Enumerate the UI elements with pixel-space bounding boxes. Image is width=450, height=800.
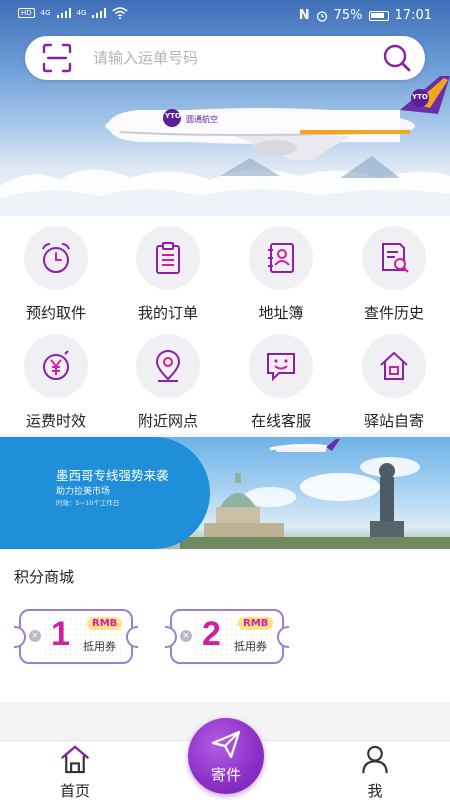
signal-4g-2: 4G (76, 9, 87, 17)
service-label: 预约取件 (25, 304, 86, 322)
service-address-book[interactable]: 地址簿 (225, 220, 337, 324)
search-icon[interactable] (369, 36, 425, 80)
signal-bars-icon (92, 8, 107, 18)
tab-me[interactable]: 我 (325, 741, 425, 800)
service-tracking-history[interactable]: 查件历史 (338, 220, 450, 324)
coupon-card[interactable]: × 2 RMB 抵用券 (165, 609, 289, 664)
promo-title: 墨西哥专线强势来袭 (56, 468, 169, 483)
service-label: 地址簿 (258, 304, 304, 322)
user-icon (362, 745, 388, 774)
cargo-plane-illustration (105, 76, 450, 160)
promo-note: 时效：5~10个工作日 (56, 499, 120, 507)
service-label: 在线客服 (250, 412, 311, 430)
coupon-notch (165, 626, 177, 648)
battery-icon (368, 10, 389, 21)
battery-percent: 75% (333, 8, 363, 23)
section-heading: 积分商城 (14, 568, 75, 586)
clock: 17:01 (394, 8, 432, 23)
tab-me-label: 我 (367, 782, 383, 800)
coupon-notch (14, 626, 26, 648)
service-label: 运费时效 (25, 412, 86, 430)
coupon-amount: 2 (202, 615, 221, 653)
coupon-card[interactable]: × 1 RMB 抵用券 (14, 609, 138, 664)
close-icon: × (29, 630, 41, 642)
document-search-icon (362, 226, 426, 290)
alarm-status-icon (316, 10, 327, 22)
nfc-icon: N (298, 8, 310, 23)
tab-home[interactable]: 首页 (25, 741, 125, 800)
aircraft-brand-text: 圆通航空 (186, 115, 218, 124)
status-bar: HD 4G 4G N 75% 17:01 (0, 0, 450, 32)
tail-logo: YTO (412, 93, 428, 101)
mexico-line-promo-banner[interactable]: 墨西哥专线强势来袭 助力拉美市场 时效：5~10个工作日 (0, 437, 450, 549)
service-online-support[interactable]: 在线客服 (225, 328, 337, 432)
home-icon (61, 745, 89, 774)
service-label: 附近网点 (137, 412, 198, 430)
send-label: 寄件 (210, 766, 241, 784)
service-my-orders[interactable]: 我的订单 (112, 220, 224, 324)
yen-timer-icon (24, 334, 88, 398)
promo-subtitle: 助力拉美市场 (56, 487, 111, 497)
coupon-currency: RMB (238, 617, 274, 630)
service-freight-time[interactable]: 运费时效 (0, 328, 112, 432)
coupon-notch (277, 626, 289, 648)
address-book-icon (249, 226, 313, 290)
alarm-clock-icon (24, 226, 88, 290)
coupon-desc: 抵用券 (83, 640, 116, 653)
coupon-desc: 抵用券 (234, 640, 267, 653)
hd-badge: HD (18, 8, 35, 18)
points-mall-section: 积分商城 × 1 RMB 抵用券 × 2 RMB 抵用券 (0, 550, 450, 702)
service-label: 查件历史 (363, 304, 424, 322)
service-label: 我的订单 (137, 304, 198, 322)
search-bar (25, 36, 425, 80)
send-package-button[interactable]: 寄件 (188, 718, 264, 794)
tracking-number-input[interactable] (81, 49, 369, 67)
service-pickup[interactable]: 预约取件 (0, 220, 112, 324)
location-pin-icon (136, 334, 200, 398)
aircraft-logo: YTO (165, 112, 181, 120)
service-station-self-send[interactable]: 驿站自寄 (338, 328, 450, 432)
coupon-notch (126, 626, 138, 648)
montreal-scene-illustration (180, 439, 450, 549)
services-grid: 预约取件 我的订单 地址簿 查件历史 运费时效 附近网点 在线客服 驿站自寄 (0, 216, 450, 434)
signal-4g-1: 4G (40, 9, 51, 17)
coupon-amount: 1 (51, 615, 70, 653)
service-label: 驿站自寄 (363, 412, 424, 430)
signal-bars-icon (56, 8, 71, 18)
coupon-currency: RMB (87, 617, 123, 630)
house-icon (362, 334, 426, 398)
close-icon: × (180, 630, 192, 642)
scan-icon[interactable] (33, 36, 81, 80)
paper-plane-icon (211, 730, 241, 759)
hero-banner[interactable]: YTO 圆通航空 YTO HD 4G 4G N 75% 17:01 (0, 0, 450, 216)
service-nearby-outlets[interactable]: 附近网点 (112, 328, 224, 432)
tab-home-label: 首页 (59, 782, 90, 800)
wifi-icon (112, 7, 128, 19)
chat-smile-icon (249, 334, 313, 398)
clipboard-list-icon (136, 226, 200, 290)
